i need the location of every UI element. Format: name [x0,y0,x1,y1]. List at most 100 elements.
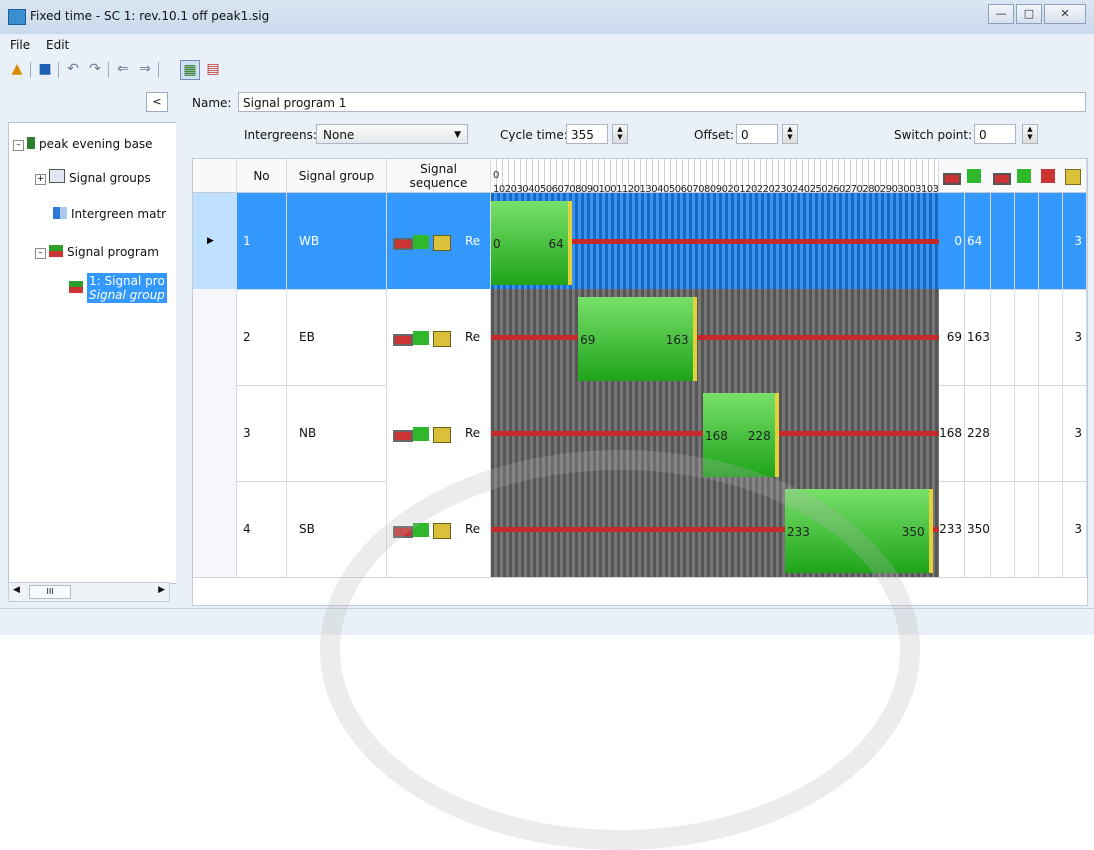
row-empty-cell [991,289,1015,385]
tree-item-intergreen-matrix[interactable]: Intergreen matr [53,207,166,221]
amber-icon [1065,169,1081,185]
amber-state-icon [433,331,451,347]
green-phase-bar[interactable]: 233 350 [785,489,933,573]
redo-icon[interactable]: ↷ [86,60,104,78]
green-phase-bar[interactable]: 0 64 [491,201,572,285]
green-end-label: 64 [548,237,564,251]
amber-state-icon [433,235,451,251]
cycle-time-field[interactable]: 355 [566,124,608,144]
menu-file[interactable]: File [10,38,30,52]
green-phase-bar[interactable]: 69 163 [578,297,697,381]
green-end-icon [1017,169,1031,183]
minimize-button[interactable]: — [988,4,1014,24]
red-start-icon [943,173,961,185]
sequence-header-line2: sequence [409,176,468,190]
tree-item-selected-program[interactable]: 1: Signal pro Signal group [69,273,167,303]
intergreen-view-icon[interactable]: ▤ [204,60,222,78]
cycle-time-label: Cycle time: [500,128,568,142]
row-timeline[interactable]: 0 64 [491,193,939,289]
back-icon[interactable]: ⇐ [114,60,132,78]
table-row[interactable]: 3 NB Re 168 228 168 228 3 [193,385,1087,482]
green-phase-bar[interactable]: 168 228 [703,393,779,477]
maximize-button[interactable]: □ [1016,4,1042,24]
row-green-end-value: 228 [965,385,991,481]
column-header-signal-group[interactable]: Signal group [287,159,387,193]
timeline-tick-labels: 0 10203040506070809010011201304050607080… [493,170,939,193]
toolbar-separator [158,62,159,78]
switch-point-spinner[interactable]: ▲ ▼ [1022,124,1038,144]
green-start-label: 0 [493,237,501,251]
row-empty-cell [991,481,1015,577]
table-row[interactable]: ▶ 1 WB Re 0 64 0 64 3 [193,193,1087,290]
green-start-label: 233 [787,525,810,539]
name-field[interactable]: Signal program 1 [238,92,1086,112]
collapse-icon[interactable]: – [13,140,24,151]
row-signal-group[interactable]: EB [287,289,387,385]
table-row[interactable]: 2 EB Re 69 163 69 163 3 [193,289,1087,386]
row-amber-value: 3 [1063,385,1087,481]
row-selector[interactable] [193,289,237,385]
row-timeline[interactable]: 168 228 [491,385,939,481]
row-empty-cell [1015,193,1039,289]
tree-item-label: Signal program [67,245,159,259]
cycle-time-spinner[interactable]: ▲ ▼ [612,124,628,144]
row-selector[interactable] [193,481,237,577]
row-signal-sequence[interactable]: Re [387,193,491,289]
open-icon[interactable]: ▲ [8,60,26,78]
row-empty-cell [1039,289,1063,385]
row-signal-group[interactable]: NB [287,385,387,481]
scroll-right-icon[interactable]: ▶ [158,585,165,595]
offset-field[interactable]: 0 [736,124,778,144]
collapse-panel-button[interactable]: < [146,92,168,112]
row-red-end-value: 168 [939,385,965,481]
save-icon[interactable]: ■ [36,60,54,78]
controller-icon [27,137,35,149]
green-start-label: 168 [705,429,728,443]
undo-icon[interactable]: ↶ [64,60,82,78]
row-amber-value: 3 [1063,193,1087,289]
row-amber-value: 3 [1063,289,1087,385]
row-signal-sequence[interactable]: Re [387,289,491,385]
intergreens-label: Intergreens: [244,128,317,142]
row-no: 2 [237,289,287,385]
close-button[interactable]: ✕ [1044,4,1086,24]
row-no: 1 [237,193,287,289]
row-signal-group[interactable]: WB [287,193,387,289]
forward-icon[interactable]: ⇒ [136,60,154,78]
scroll-thumb[interactable]: III [29,585,71,599]
green-time-view-icon[interactable]: ▦ [180,60,200,80]
collapse-icon[interactable]: – [35,248,46,259]
expand-icon[interactable]: + [35,174,46,185]
green-state-icon [413,523,429,537]
table-row[interactable]: 4 SB Re 233 350 233 350 3 [193,481,1087,578]
column-header-signal-sequence[interactable]: Signal sequence [387,159,491,193]
row-empty-cell [1015,481,1039,577]
row-selector[interactable]: ▶ [193,193,237,289]
matrix-icon [53,207,67,219]
green-end-label: 228 [747,429,771,443]
row-signal-group[interactable]: SB [287,481,387,577]
tree-horizontal-scrollbar[interactable]: ◀ III ▶ [8,582,170,602]
tree-item-signal-program[interactable]: – Signal program [35,245,159,259]
tree-item-signal-groups[interactable]: + Signal groups [35,169,151,185]
switch-point-field[interactable]: 0 [974,124,1016,144]
red-phase-bar [491,335,939,340]
row-no: 3 [237,385,287,481]
toolbar-separator [30,62,31,78]
row-signal-sequence[interactable]: Re [387,385,491,481]
left-panel: < – peak evening base + Signal groups Inte… [0,84,178,608]
column-header-no[interactable]: No [237,159,287,193]
toolbar-separator [108,62,109,78]
green-state-icon [413,427,429,441]
scroll-left-icon[interactable]: ◀ [13,585,20,595]
row-timeline[interactable]: 69 163 [491,289,939,385]
row-selector[interactable] [193,385,237,481]
row-timeline[interactable]: 233 350 [491,481,939,577]
tree-root[interactable]: – peak evening base [13,137,153,151]
intergreens-select[interactable]: None ▼ [316,124,468,144]
toolbar-separator [58,62,59,78]
menu-edit[interactable]: Edit [46,38,69,52]
signal-group-grid: No Signal group Signal sequence 0 1020304… [192,158,1088,606]
row-signal-sequence[interactable]: Re [387,481,491,577]
offset-spinner[interactable]: ▲ ▼ [782,124,798,144]
